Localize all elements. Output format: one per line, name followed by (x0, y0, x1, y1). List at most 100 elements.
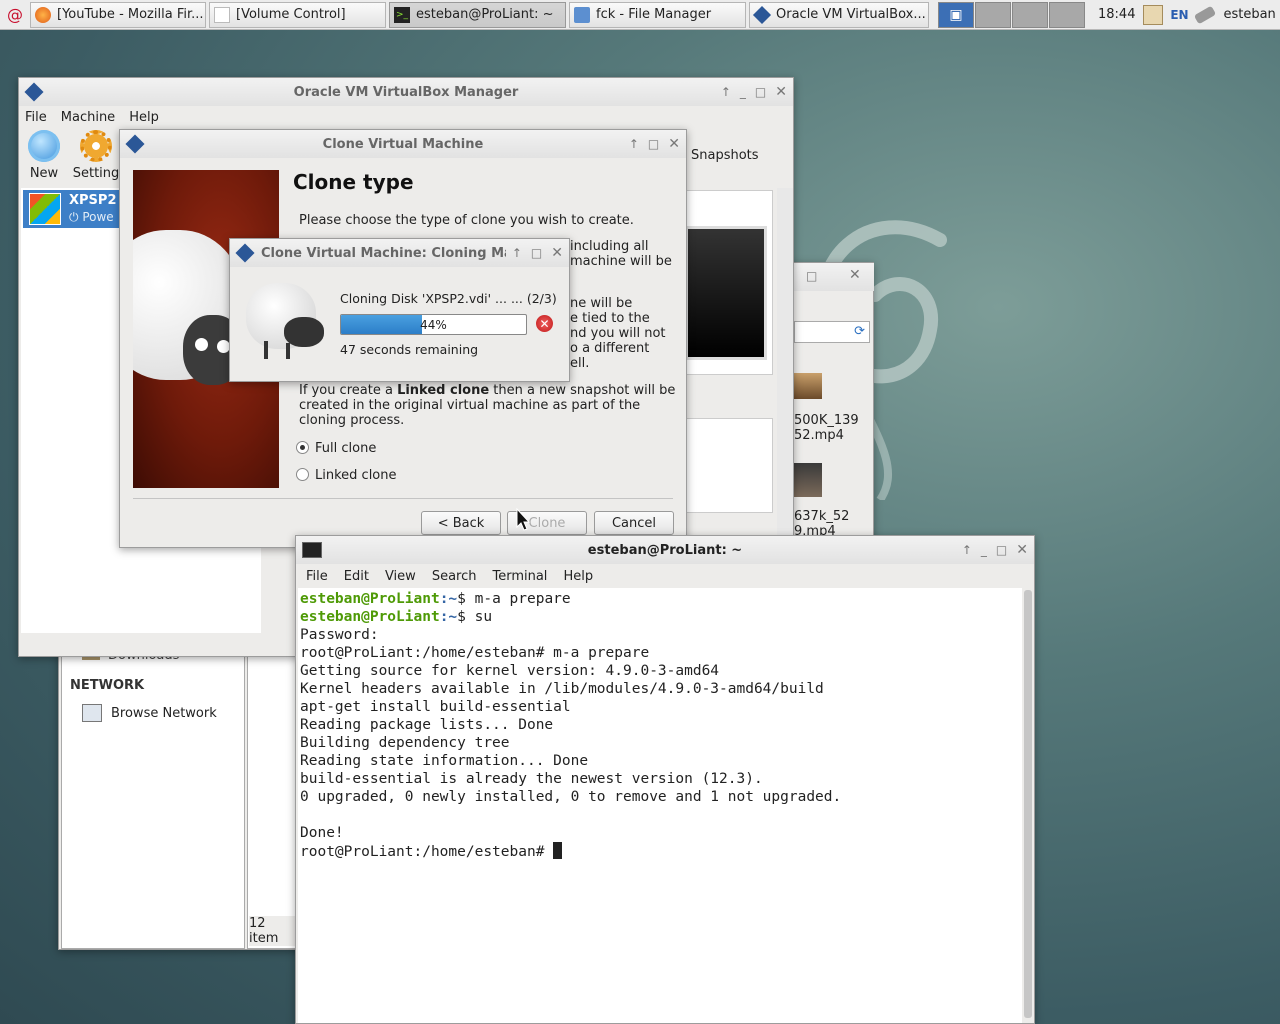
keep-above-button[interactable]: ↑ (512, 246, 522, 260)
vbox-title: Oracle VM VirtualBox Manager (293, 84, 519, 100)
keep-above-button[interactable]: ↑ (629, 137, 639, 151)
menu-view[interactable]: View (385, 569, 416, 584)
fm-sidebar: Downloads NETWORK Browse Network (61, 643, 245, 949)
terminal-titlebar[interactable]: esteban@ProLiant: ~ ↑ _ □ ✕ (296, 536, 1034, 564)
terminal-output[interactable]: esteban@ProLiant:~$ m-a prepare esteban@P… (298, 588, 1022, 1023)
full-clone-radio[interactable]: Full clone (296, 441, 376, 456)
new-icon (28, 130, 60, 162)
terminal-line: Kernel headers available in /lib/modules… (300, 681, 824, 697)
radio-indicator[interactable] (296, 468, 309, 481)
task-terminal[interactable]: >_ esteban@ProLiant: ~ (389, 1, 566, 28)
close-button[interactable]: ✕ (551, 245, 563, 261)
volume-icon (214, 6, 230, 23)
menu-help[interactable]: Help (563, 569, 593, 584)
cloning-progress-dialog: Clone Virtual Machine: Cloning Ma ↑ □ ✕ … (229, 238, 570, 382)
workspace-2[interactable] (975, 1, 1011, 28)
linked-desc-line2: created in the original virtual machine … (299, 398, 641, 413)
keep-above-button[interactable]: ↑ (721, 85, 731, 99)
clone-titlebar[interactable]: Clone Virtual Machine ↑ □ ✕ (120, 130, 686, 158)
linked-clone-radio[interactable]: Linked clone (296, 468, 397, 483)
file-name-cont: 52.mp4 (794, 428, 844, 443)
terminal-line: esteban@ProLiant:~$ su (300, 608, 1020, 626)
terminal-cursor (553, 842, 563, 859)
clone-desc-frag: machine will be (570, 254, 672, 269)
terminal-line: Reading package lists... Done (300, 717, 554, 733)
clone-desc-frag: ne will be (570, 296, 633, 311)
menu-file[interactable]: File (306, 569, 328, 584)
cancel-button[interactable]: Cancel (594, 511, 674, 535)
task-file-manager[interactable]: fck - File Manager (569, 1, 746, 28)
maximize-button[interactable]: □ (648, 137, 659, 151)
sidebar-browse-network-label: Browse Network (111, 705, 217, 721)
menu-machine[interactable]: Machine (61, 110, 115, 125)
keyboard-layout[interactable]: EN (1167, 5, 1191, 25)
task-label: fck - File Manager (596, 7, 712, 22)
terminal-line: 0 upgraded, 0 newly installed, 0 to remo… (300, 789, 842, 805)
workspace-4[interactable] (1049, 1, 1085, 28)
fm-close-button[interactable]: ✕ (849, 267, 861, 283)
settings-gear-icon (80, 130, 112, 162)
keep-above-button[interactable]: ↑ (962, 543, 972, 557)
network-icon[interactable] (1194, 5, 1217, 24)
clock[interactable]: 18:44 (1092, 7, 1141, 22)
new-vm-button[interactable]: New (19, 130, 69, 181)
maximize-button[interactable]: □ (996, 543, 1007, 557)
terminal-icon: >_ (394, 6, 410, 23)
virtualbox-icon (752, 5, 772, 24)
fm-maximize-button[interactable]: □ (806, 269, 817, 283)
menu-edit[interactable]: Edit (344, 569, 369, 584)
settings-label: Setting (72, 166, 120, 181)
task-label: [Volume Control] (236, 7, 346, 22)
fm-file-view[interactable]: 12 item (247, 643, 297, 949)
maximize-button[interactable]: □ (755, 85, 766, 99)
back-button[interactable]: < Back (421, 511, 501, 535)
terminal-line: Password: (300, 627, 379, 643)
minimize-button[interactable]: _ (981, 543, 987, 557)
terminal-scrollbar[interactable] (1024, 590, 1032, 1018)
cancel-operation-icon[interactable]: ✕ (536, 315, 553, 332)
progress-titlebar[interactable]: Clone Virtual Machine: Cloning Ma ↑ □ ✕ (230, 239, 569, 267)
linked-desc-bold: Linked clone (397, 383, 490, 398)
snapshots-button[interactable]: Snapshots (691, 148, 759, 163)
task-virtualbox[interactable]: Oracle VM VirtualBox... (749, 1, 929, 28)
vbox-titlebar[interactable]: Oracle VM VirtualBox Manager ↑ _ □ ✕ (19, 78, 793, 106)
menu-search[interactable]: Search (432, 569, 477, 584)
refresh-icon[interactable]: ⟳ (854, 324, 865, 339)
terminal-line: build-essential is already the newest ve… (300, 771, 763, 787)
clipboard-icon[interactable] (1143, 4, 1164, 25)
virtualbox-icon (235, 243, 255, 263)
progress-bar: 44% (340, 314, 527, 335)
prompt-path: :~ (439, 591, 458, 607)
close-button[interactable]: ✕ (1016, 542, 1028, 558)
menu-file[interactable]: File (25, 110, 47, 125)
task-firefox[interactable]: [YouTube - Mozilla Fir... (30, 1, 206, 28)
radio-indicator[interactable] (296, 441, 309, 454)
terminal-title: esteban@ProLiant: ~ (587, 542, 743, 558)
close-button[interactable]: ✕ (775, 84, 787, 100)
terminal-line: Getting source for kernel version: 4.9.0… (300, 663, 720, 679)
workspace-1[interactable]: ▣ (938, 1, 974, 28)
task-label: Oracle VM VirtualBox... (776, 7, 926, 22)
clone-desc-frag: ell. (570, 356, 590, 371)
sidebar-browse-network[interactable]: Browse Network (82, 704, 217, 722)
debian-menu-icon[interactable]: @ (0, 0, 30, 30)
menu-terminal[interactable]: Terminal (492, 569, 547, 584)
task-label: esteban@ProLiant: ~ (416, 7, 554, 22)
maximize-button[interactable]: □ (531, 246, 542, 260)
workspace-3[interactable] (1012, 1, 1048, 28)
workspace-pager[interactable]: ▣ (938, 1, 1086, 28)
terminal-line: esteban@ProLiant:~$ m-a prepare (300, 590, 1020, 608)
file-item[interactable]: 637k_52 9.mp4 (794, 463, 874, 539)
vm-state: Powe (82, 210, 114, 224)
settings-button[interactable]: Setting (71, 130, 121, 181)
file-item[interactable]: 500K_139 52.mp4 (794, 373, 874, 443)
user-menu[interactable]: esteban (1217, 7, 1275, 22)
windows-xp-icon (29, 193, 61, 225)
minimize-button[interactable]: _ (740, 85, 746, 99)
menu-help[interactable]: Help (129, 110, 159, 125)
fm-address-bar[interactable]: ⟳ (794, 321, 870, 343)
close-button[interactable]: ✕ (668, 136, 680, 152)
task-volume-control[interactable]: [Volume Control] (209, 1, 386, 28)
clone-intro: Please choose the type of clone you wish… (299, 213, 634, 228)
terminal-line: root@ProLiant:/home/esteban# (300, 842, 1020, 861)
